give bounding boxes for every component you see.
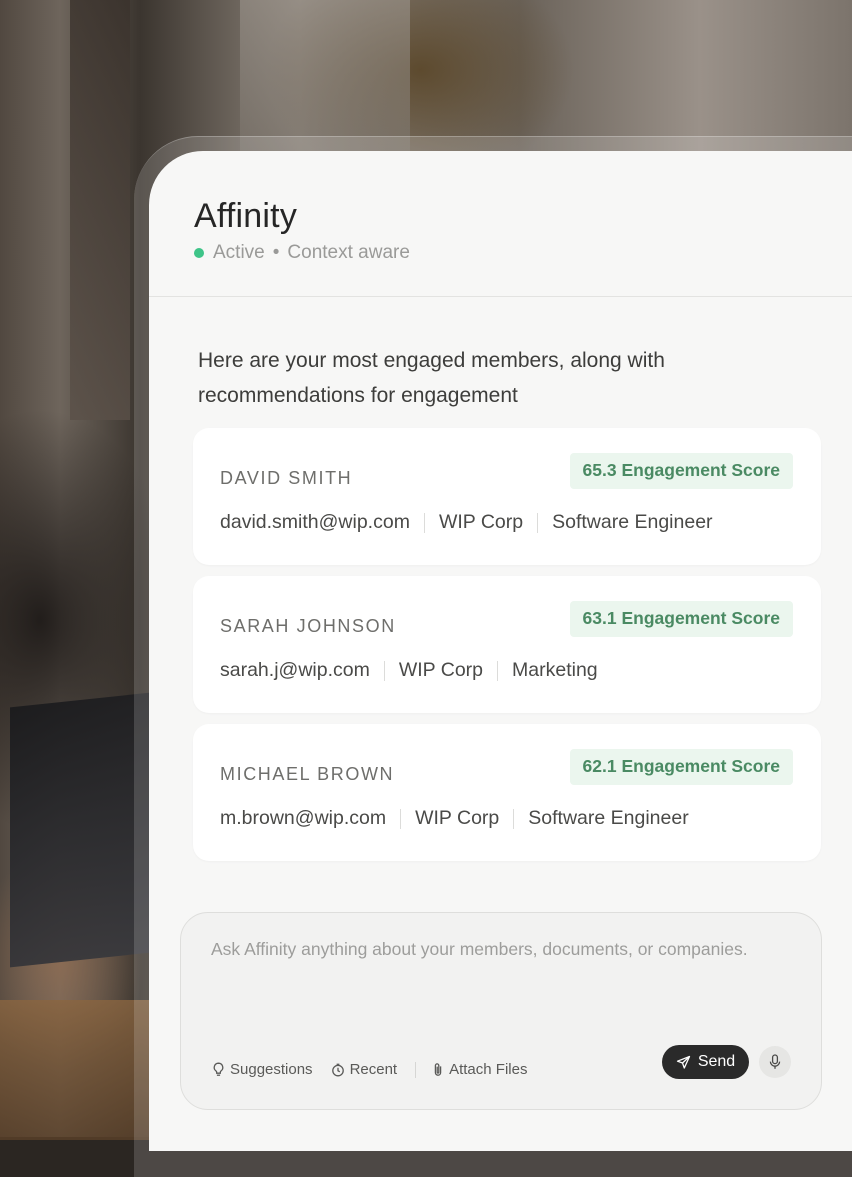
background-pillar [70,0,130,420]
status-line: Active • Context aware [194,242,410,264]
composer-tools: Suggestions Recent Attach Files [212,1061,545,1078]
attach-files-button[interactable]: Attach Files [432,1061,527,1078]
member-details: m.brown@wip.com WIP Corp Software Engine… [220,807,689,830]
suggestions-button[interactable]: Suggestions [212,1061,313,1078]
microphone-button[interactable] [759,1046,791,1078]
assistant-panel: Affinity Active • Context aware Here are… [149,151,852,1151]
divider [513,808,515,829]
send-button[interactable]: Send [662,1045,749,1079]
member-company: WIP Corp [398,659,484,681]
panel-header: Affinity Active • Context aware [149,151,852,297]
member-company: WIP Corp [438,511,524,533]
send-icon [676,1055,690,1069]
app-title: Affinity [194,197,298,235]
divider [423,512,425,533]
divider [537,512,539,533]
lightbulb-icon [213,1062,224,1076]
chat-input[interactable] [211,939,801,960]
recent-button[interactable]: Recent [331,1061,398,1078]
member-company: WIP Corp [415,807,500,829]
divider [497,660,499,681]
member-email[interactable]: david.smith@wip.com [220,511,410,534]
status-dot-icon [194,248,204,258]
chat-composer: Suggestions Recent Attach Files [180,912,822,1110]
member-email[interactable]: m.brown@wip.com [220,807,386,830]
member-card[interactable]: MICHAEL BROWN 62.1 Engagement Score m.br… [193,724,821,861]
send-label: Send [697,1053,736,1070]
member-name: DAVID SMITH [220,468,353,488]
clock-icon [331,1063,344,1076]
recent-label: Recent [349,1061,398,1078]
member-card[interactable]: SARAH JOHNSON 63.1 Engagement Score sara… [193,576,821,713]
suggestions-label: Suggestions [230,1061,313,1078]
assistant-message: Here are your most engaged members, alon… [198,349,665,407]
divider [383,660,385,681]
background-laptop [10,692,150,968]
engagement-score-badge: 63.1 Engagement Score [569,601,793,637]
member-role: Software Engineer [552,511,713,533]
engagement-score-badge: 62.1 Engagement Score [569,749,793,785]
paperclip-icon [434,1063,442,1076]
member-details: david.smith@wip.com WIP Corp Software En… [220,511,713,534]
divider [415,1061,417,1078]
member-email[interactable]: sarah.j@wip.com [220,659,370,682]
microphone-icon [769,1054,781,1069]
member-card[interactable]: DAVID SMITH 65.3 Engagement Score david.… [193,428,821,565]
member-role: Software Engineer [528,807,689,829]
member-details: sarah.j@wip.com WIP Corp Marketing [220,659,598,682]
engagement-score-badge: 65.3 Engagement Score [569,453,793,489]
status-separator: • [272,242,280,263]
member-name: MICHAEL BROWN [220,764,395,784]
status-active: Active [213,242,265,263]
attach-files-label: Attach Files [449,1061,528,1078]
divider [400,808,402,829]
member-name: SARAH JOHNSON [220,616,396,636]
status-context: Context aware [287,242,410,263]
member-role: Marketing [512,659,598,681]
